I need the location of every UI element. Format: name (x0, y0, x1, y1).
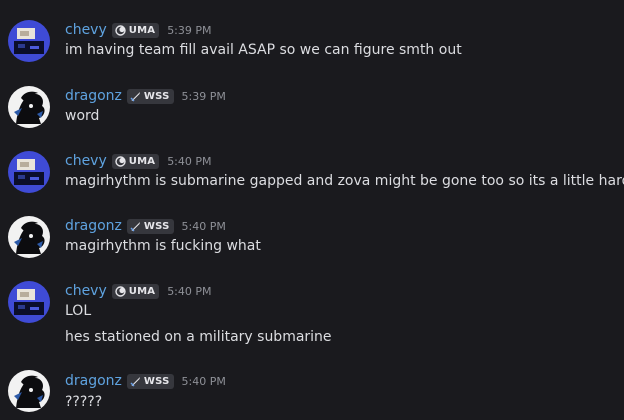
username[interactable]: chevy (65, 153, 107, 169)
message-header: dragonz WSS 5:40 PM (65, 217, 226, 235)
moon-icon (115, 285, 126, 297)
avatar[interactable] (8, 281, 50, 323)
message-header: dragonz WSS 5:40 PM (65, 372, 226, 390)
server-tag[interactable]: UMA (111, 22, 160, 38)
server-tag-label: WSS (143, 375, 170, 387)
avatar[interactable] (8, 86, 50, 128)
avatar[interactable] (8, 370, 50, 412)
timestamp: 5:40 PM (181, 219, 226, 233)
username[interactable]: dragonz (65, 88, 122, 104)
sword-icon (130, 221, 141, 232)
chevy-avatar-icon (8, 20, 50, 62)
username[interactable]: chevy (65, 283, 107, 299)
timestamp: 5:40 PM (167, 284, 212, 298)
server-tag[interactable]: UMA (111, 153, 160, 169)
username[interactable]: chevy (65, 22, 107, 38)
avatar[interactable] (8, 151, 50, 193)
server-tag-label: UMA (128, 285, 156, 297)
server-tag-label: WSS (143, 90, 170, 102)
server-tag[interactable]: WSS (126, 88, 174, 104)
username[interactable]: dragonz (65, 373, 122, 389)
avatar[interactable] (8, 20, 50, 62)
message-text: im having team fill avail ASAP so we can… (65, 42, 462, 58)
chevy-avatar-icon (8, 281, 50, 323)
message-header: chevy UMA 5:40 PM (65, 152, 212, 170)
chevy-avatar-icon (8, 151, 50, 193)
server-tag[interactable]: WSS (126, 373, 174, 389)
timestamp: 5:40 PM (181, 374, 226, 388)
server-tag[interactable]: UMA (111, 283, 160, 299)
dragonz-avatar-icon (8, 86, 50, 128)
sword-icon (130, 376, 141, 387)
server-tag[interactable]: WSS (126, 218, 174, 234)
server-tag-label: UMA (128, 155, 156, 167)
message-header: chevy UMA 5:40 PM (65, 282, 212, 300)
timestamp: 5:40 PM (167, 154, 212, 168)
chat-message-list: chevy UMA 5:39 PM im having team fill av… (0, 0, 624, 420)
sword-icon (130, 91, 141, 102)
message-text: word (65, 108, 100, 124)
dragonz-avatar-icon (8, 216, 50, 258)
message-text: ????? (65, 394, 103, 410)
avatar[interactable] (8, 216, 50, 258)
message-text: magirhythm is submarine gapped and zova … (65, 173, 624, 189)
server-tag-label: UMA (128, 24, 156, 36)
username[interactable]: dragonz (65, 218, 122, 234)
dragonz-avatar-icon (8, 370, 50, 412)
moon-icon (115, 24, 126, 36)
message-text: LOL (65, 303, 92, 319)
timestamp: 5:39 PM (167, 23, 212, 37)
moon-icon (115, 155, 126, 167)
server-tag-label: WSS (143, 220, 170, 232)
message-header: dragonz WSS 5:39 PM (65, 87, 226, 105)
message-text: hes stationed on a military submarine (65, 329, 332, 345)
timestamp: 5:39 PM (181, 89, 226, 103)
message-text: magirhythm is fucking what (65, 238, 261, 254)
message-header: chevy UMA 5:39 PM (65, 21, 212, 39)
